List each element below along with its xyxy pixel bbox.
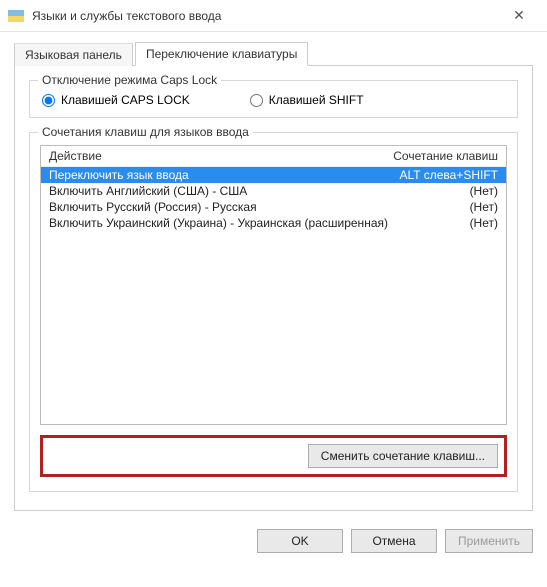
ok-button[interactable]: OK: [257, 529, 343, 553]
row-combo: (Нет): [470, 216, 498, 230]
row-combo: (Нет): [470, 200, 498, 214]
capslock-group: Отключение режима Caps Lock Клавишей CAP…: [29, 80, 518, 118]
list-row[interactable]: Включить Русский (Россия) - Русская(Нет): [41, 199, 506, 215]
window-title: Языки и службы текстового ввода: [32, 9, 499, 23]
close-button[interactable]: ✕: [499, 7, 539, 24]
app-icon: [8, 10, 24, 22]
dialog-button-row: OK Отмена Применить: [0, 519, 547, 563]
cancel-button[interactable]: Отмена: [351, 529, 437, 553]
hotkey-list[interactable]: Действие Сочетание клавиш Переключить яз…: [40, 145, 507, 425]
header-action: Действие: [49, 149, 393, 163]
radio-row: Клавишей CAPS LOCK Клавишей SHIFT: [42, 93, 505, 107]
row-action: Включить Английский (США) - США: [49, 184, 470, 198]
row-action: Включить Украинский (Украина) - Украинск…: [49, 216, 470, 230]
tab-label: Языковая панель: [25, 48, 122, 62]
title-bar: Языки и службы текстового ввода ✕: [0, 0, 547, 32]
group-legend: Сочетания клавиш для языков ввода: [38, 125, 253, 139]
tab-keyboard-switch[interactable]: Переключение клавиатуры: [135, 42, 308, 66]
radio-input[interactable]: [250, 94, 263, 107]
tab-label: Переключение клавиатуры: [146, 47, 297, 61]
row-combo: (Нет): [470, 184, 498, 198]
group-legend: Отключение режима Caps Lock: [38, 73, 221, 87]
list-row[interactable]: Включить Украинский (Украина) - Украинск…: [41, 215, 506, 231]
tab-strip: Языковая панель Переключение клавиатуры: [14, 42, 533, 66]
list-row[interactable]: Переключить язык вводаALT слева+SHIFT: [41, 167, 506, 183]
apply-button[interactable]: Применить: [445, 529, 533, 553]
list-row[interactable]: Включить Английский (США) - США(Нет): [41, 183, 506, 199]
radio-shift[interactable]: Клавишей SHIFT: [250, 93, 364, 107]
list-header: Действие Сочетание клавиш: [41, 146, 506, 167]
radio-capslock[interactable]: Клавишей CAPS LOCK: [42, 93, 190, 107]
change-button-highlight: Сменить сочетание клавиш...: [40, 435, 507, 477]
header-combo: Сочетание клавиш: [393, 149, 498, 163]
row-combo: ALT слева+SHIFT: [400, 168, 499, 182]
radio-label: Клавишей CAPS LOCK: [61, 93, 190, 107]
radio-input[interactable]: [42, 94, 55, 107]
client-area: Языковая панель Переключение клавиатуры …: [0, 32, 547, 519]
row-action: Переключить язык ввода: [49, 168, 400, 182]
hotkeys-group: Сочетания клавиш для языков ввода Действ…: [29, 132, 518, 492]
change-hotkey-button[interactable]: Сменить сочетание клавиш...: [308, 444, 498, 468]
row-action: Включить Русский (Россия) - Русская: [49, 200, 470, 214]
tab-language-bar[interactable]: Языковая панель: [14, 43, 133, 66]
radio-label: Клавишей SHIFT: [269, 93, 364, 107]
tab-panel: Отключение режима Caps Lock Клавишей CAP…: [14, 65, 533, 511]
